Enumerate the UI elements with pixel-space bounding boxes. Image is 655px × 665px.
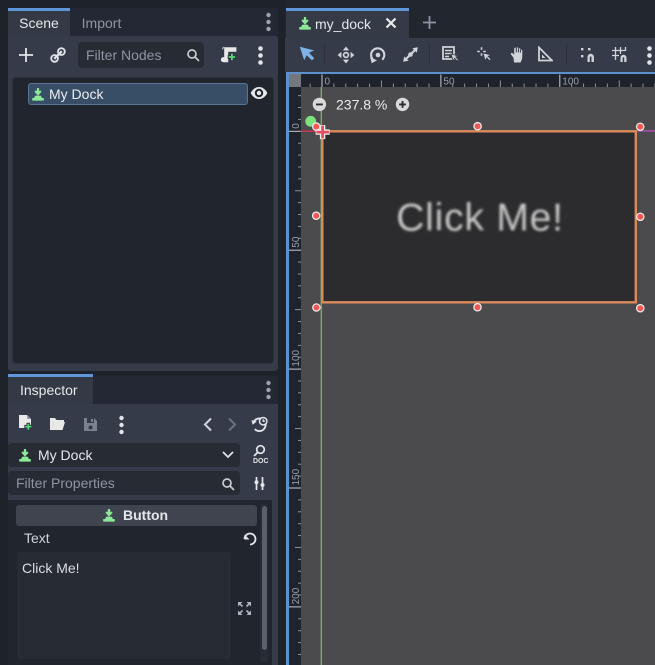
svg-text:200: 200 (291, 587, 302, 604)
svg-text:150: 150 (291, 468, 302, 485)
svg-text:DOC: DOC (253, 458, 268, 464)
svg-text:0: 0 (291, 123, 302, 129)
svg-text:0: 0 (325, 77, 331, 88)
svg-text:50: 50 (291, 236, 302, 248)
svg-text:237.8 %: 237.8 % (336, 97, 387, 113)
svg-text:Click Me!: Click Me! (396, 197, 564, 240)
svg-text:100: 100 (562, 77, 579, 88)
svg-text:100: 100 (291, 349, 302, 366)
